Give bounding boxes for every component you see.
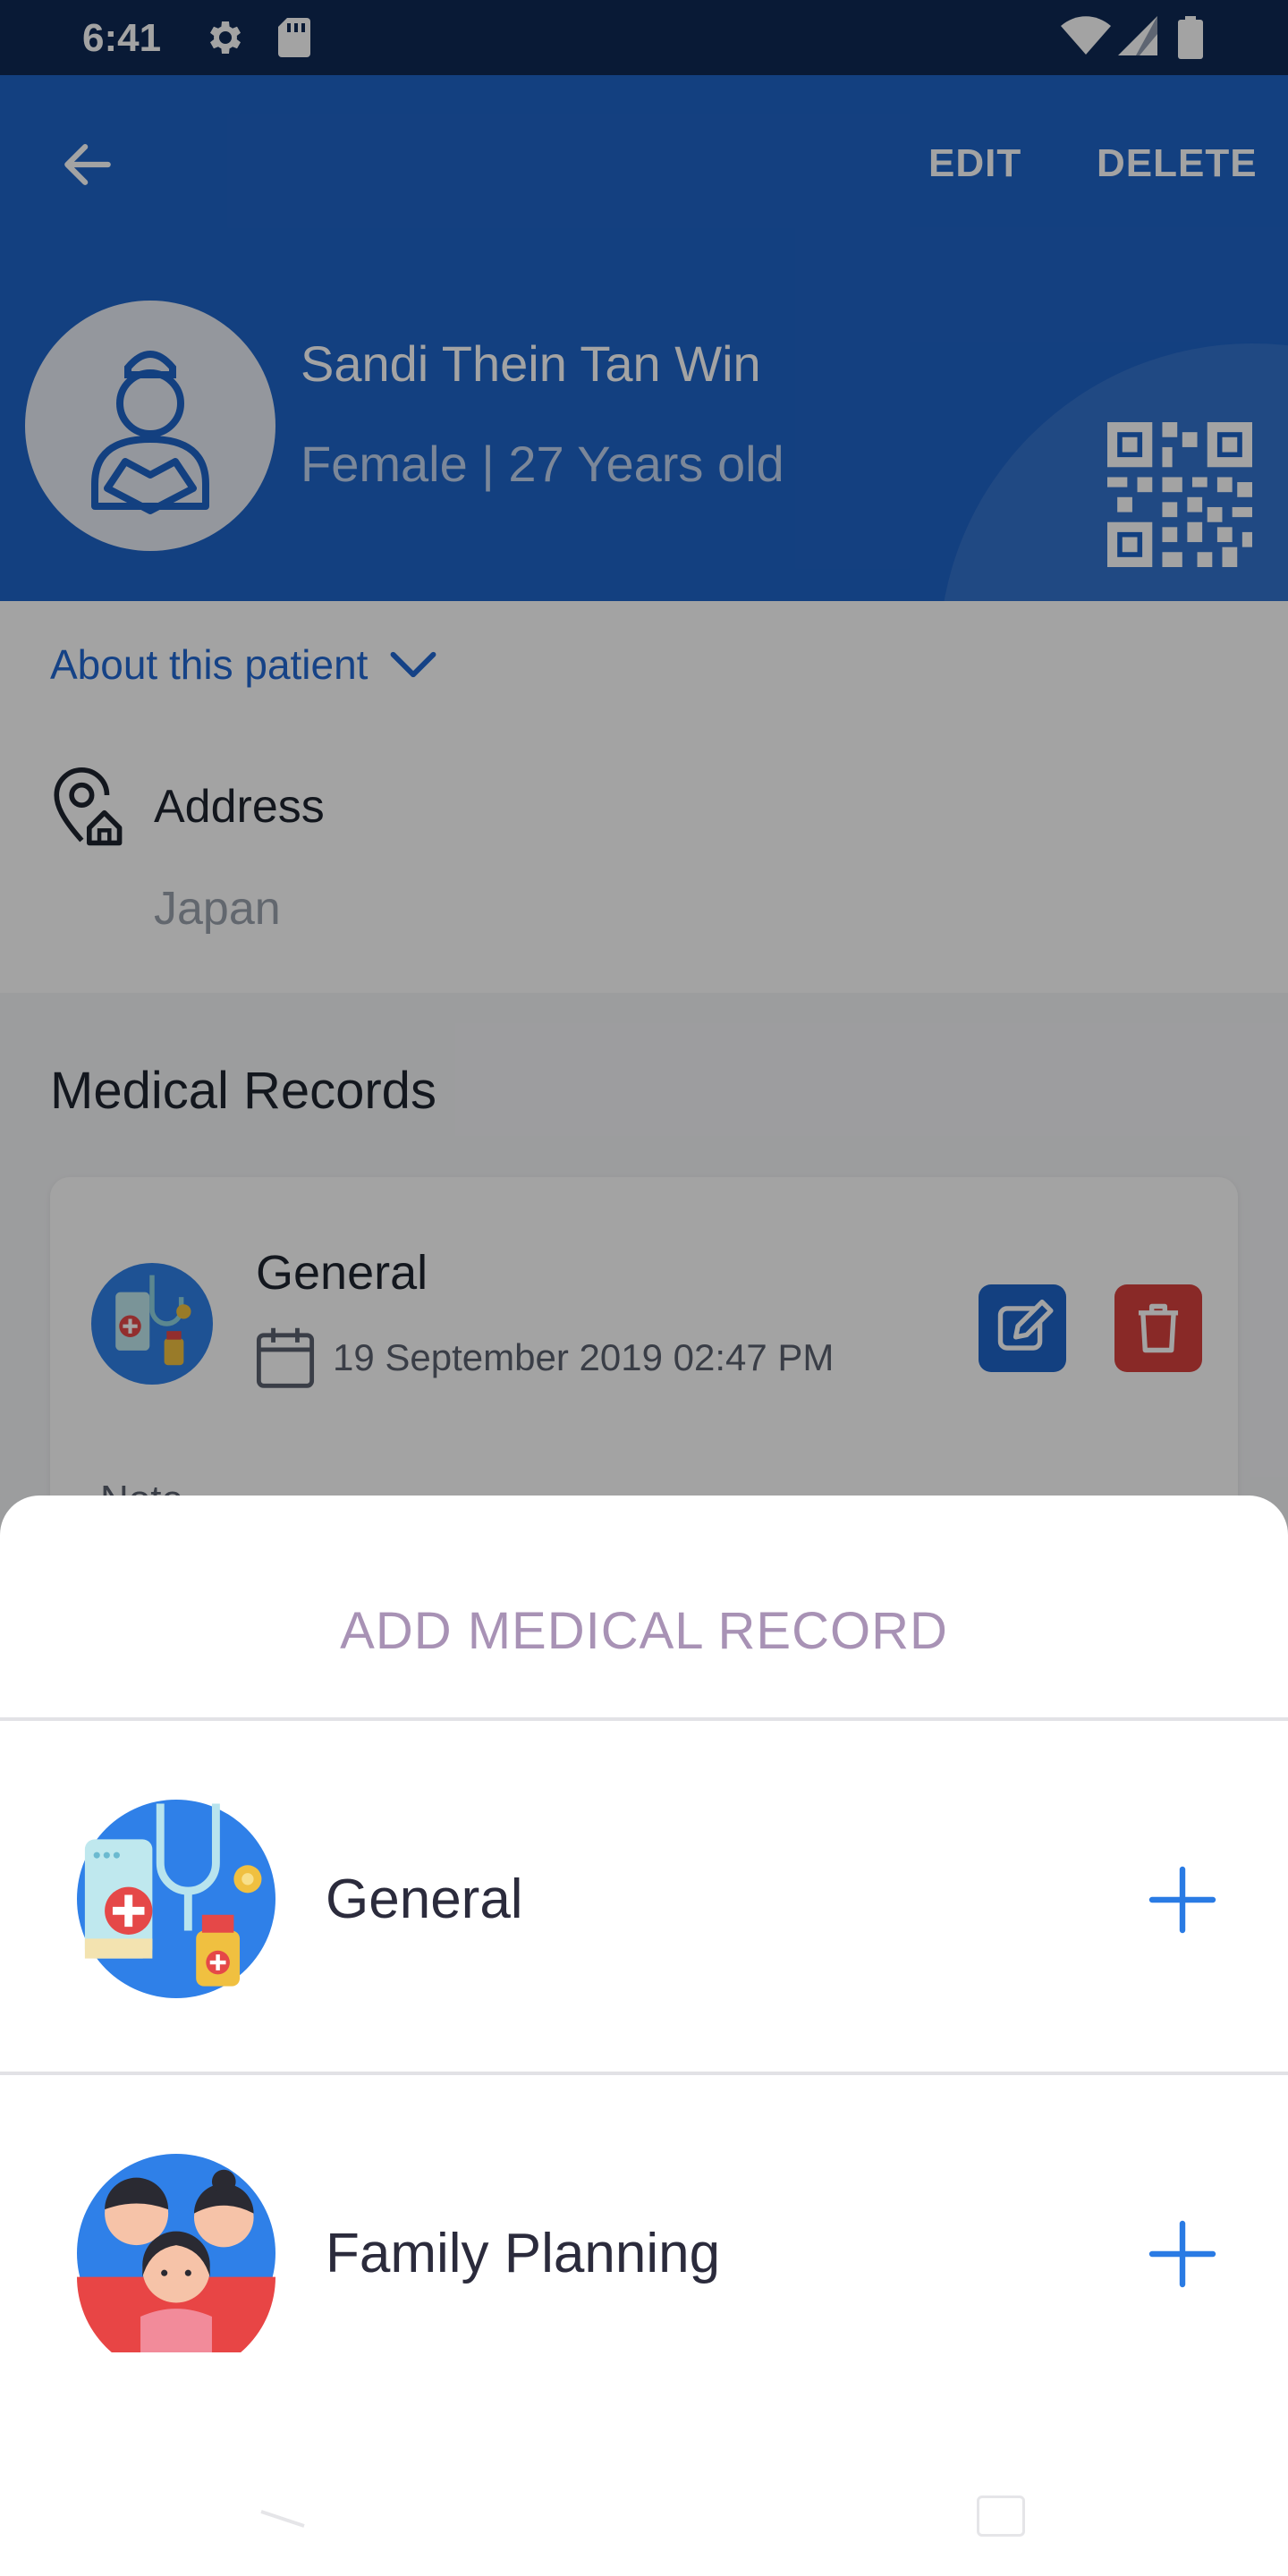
nav-back-icon[interactable] [258, 2494, 308, 2529]
nav-recents-icon[interactable] [977, 2496, 1025, 2537]
sheet-title: ADD MEDICAL RECORD [340, 1602, 948, 1660]
option-general-label: General [326, 1868, 523, 1930]
plus-icon[interactable] [1147, 2218, 1218, 2290]
add-medical-record-sheet: ADD MEDICAL RECORD General Family Planni… [0, 1496, 1288, 2576]
family-icon [77, 2154, 275, 2352]
option-family-planning[interactable]: Family Planning [0, 2075, 1288, 2424]
medical-kit-icon [77, 1800, 275, 1998]
option-family-planning-label: Family Planning [326, 2223, 721, 2284]
option-general[interactable]: General [0, 1721, 1288, 2070]
plus-icon[interactable] [1147, 1864, 1218, 1936]
